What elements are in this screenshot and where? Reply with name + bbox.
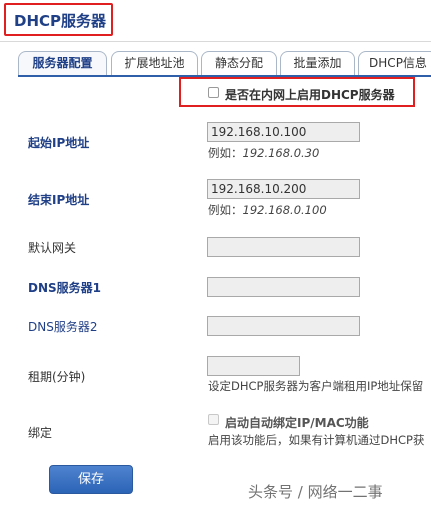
start-ip-label: 起始IP地址 xyxy=(28,136,90,150)
tab-bar: 服务器配置 扩展地址池 静态分配 批量添加 DHCP信息 xyxy=(18,51,431,75)
title-divider xyxy=(0,41,431,42)
start-ip-hint: 例如：192.168.0.30 xyxy=(208,145,319,161)
lease-label: 租期(分钟) xyxy=(28,370,86,384)
watermark: 头条号 / 网络一二事 xyxy=(248,483,383,501)
end-ip-hint-prefix: 例如： xyxy=(208,203,243,217)
gateway-input[interactable] xyxy=(207,237,360,257)
gateway-label: 默认网关 xyxy=(28,241,77,255)
start-ip-hint-prefix: 例如： xyxy=(208,146,243,160)
dns1-label: DNS服务器1 xyxy=(28,281,101,295)
tab-server-config[interactable]: 服务器配置 xyxy=(18,51,107,75)
bind-description: 启用该功能后，如果有计算机通过DHCP获 xyxy=(208,433,425,447)
dns2-label: DNS服务器2 xyxy=(28,320,98,334)
start-ip-hint-example: 192.168.0.30 xyxy=(242,146,320,160)
auto-bind-label: 启动自动绑定IP/MAC功能 xyxy=(225,416,369,430)
end-ip-hint-example: 192.168.0.100 xyxy=(242,203,327,217)
page-title: DHCP服务器 xyxy=(14,12,107,30)
enable-dhcp-checkbox[interactable] xyxy=(208,87,219,98)
tab-extended-pool[interactable]: 扩展地址池 xyxy=(111,51,198,75)
save-button[interactable]: 保存 xyxy=(49,465,133,494)
end-ip-label: 结束IP地址 xyxy=(28,193,90,207)
lease-input[interactable] xyxy=(207,356,300,376)
enable-dhcp-label: 是否在内网上启用DHCP服务器 xyxy=(225,88,395,102)
end-ip-input[interactable]: 192.168.10.200 xyxy=(207,179,360,199)
tab-batch-add[interactable]: 批量添加 xyxy=(280,51,355,75)
tab-static-allocation[interactable]: 静态分配 xyxy=(201,51,277,75)
end-ip-hint: 例如：192.168.0.100 xyxy=(208,202,327,218)
dns1-input[interactable] xyxy=(207,277,360,297)
start-ip-input[interactable]: 192.168.10.100 xyxy=(207,122,360,142)
lease-description: 设定DHCP服务器为客户端租用IP地址保留 xyxy=(208,379,424,393)
bind-label: 绑定 xyxy=(28,426,53,440)
tab-dhcp-info[interactable]: DHCP信息 xyxy=(358,51,431,75)
auto-bind-checkbox[interactable] xyxy=(208,414,219,425)
dns2-input[interactable] xyxy=(207,316,360,336)
